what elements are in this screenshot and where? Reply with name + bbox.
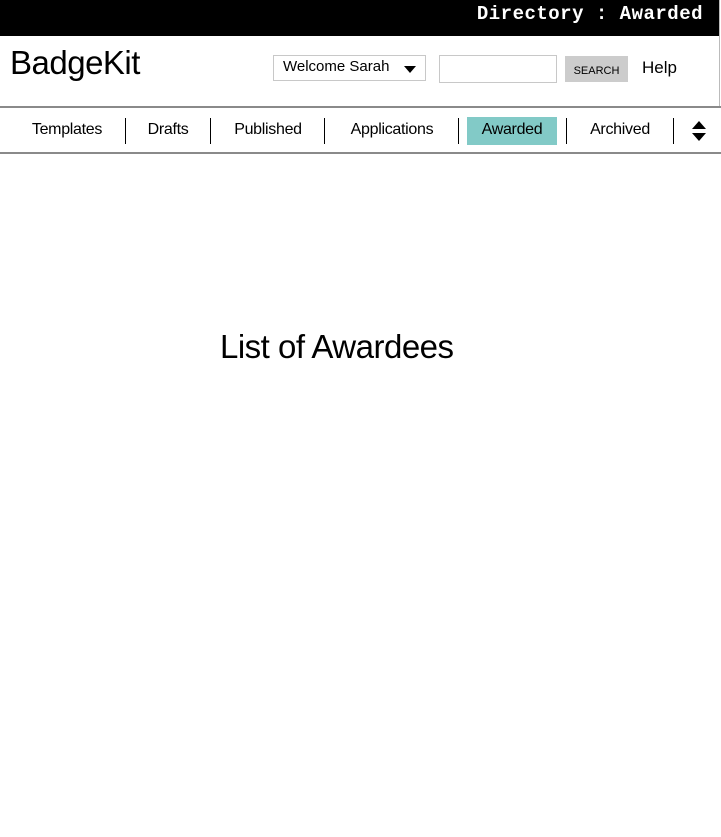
search-input[interactable] <box>439 55 557 83</box>
tab-separator <box>125 118 126 144</box>
tab-separator <box>458 118 459 144</box>
tab-separator <box>210 118 211 144</box>
search-button[interactable]: SEARCH <box>565 56 628 82</box>
tab-awarded[interactable]: Awarded <box>467 117 557 145</box>
user-menu-label: Welcome Sarah <box>283 58 390 75</box>
tab-templates[interactable]: Templates <box>22 117 112 145</box>
help-link[interactable]: Help <box>642 58 677 78</box>
tab-applications[interactable]: Applications <box>337 117 447 145</box>
tab-published[interactable]: Published <box>222 117 314 145</box>
nav-top-divider <box>0 106 721 108</box>
window-edge <box>719 0 720 108</box>
sort-toggle-icon[interactable] <box>692 121 706 143</box>
nav-bottom-divider <box>0 152 721 154</box>
tab-separator <box>324 118 325 144</box>
tab-separator <box>566 118 567 144</box>
tab-archived[interactable]: Archived <box>578 117 662 145</box>
tab-drafts[interactable]: Drafts <box>138 117 198 145</box>
arrow-down-icon <box>692 133 706 141</box>
app-logo[interactable]: BadgeKit <box>10 44 140 82</box>
chevron-down-icon <box>404 66 416 73</box>
arrow-up-icon <box>692 121 706 129</box>
user-menu-dropdown[interactable]: Welcome Sarah <box>273 55 426 81</box>
tab-separator <box>673 118 674 144</box>
breadcrumb: Directory : Awarded <box>476 3 703 25</box>
top-bar: Directory : Awarded <box>0 0 720 36</box>
page-title: List of Awardees <box>220 328 454 365</box>
